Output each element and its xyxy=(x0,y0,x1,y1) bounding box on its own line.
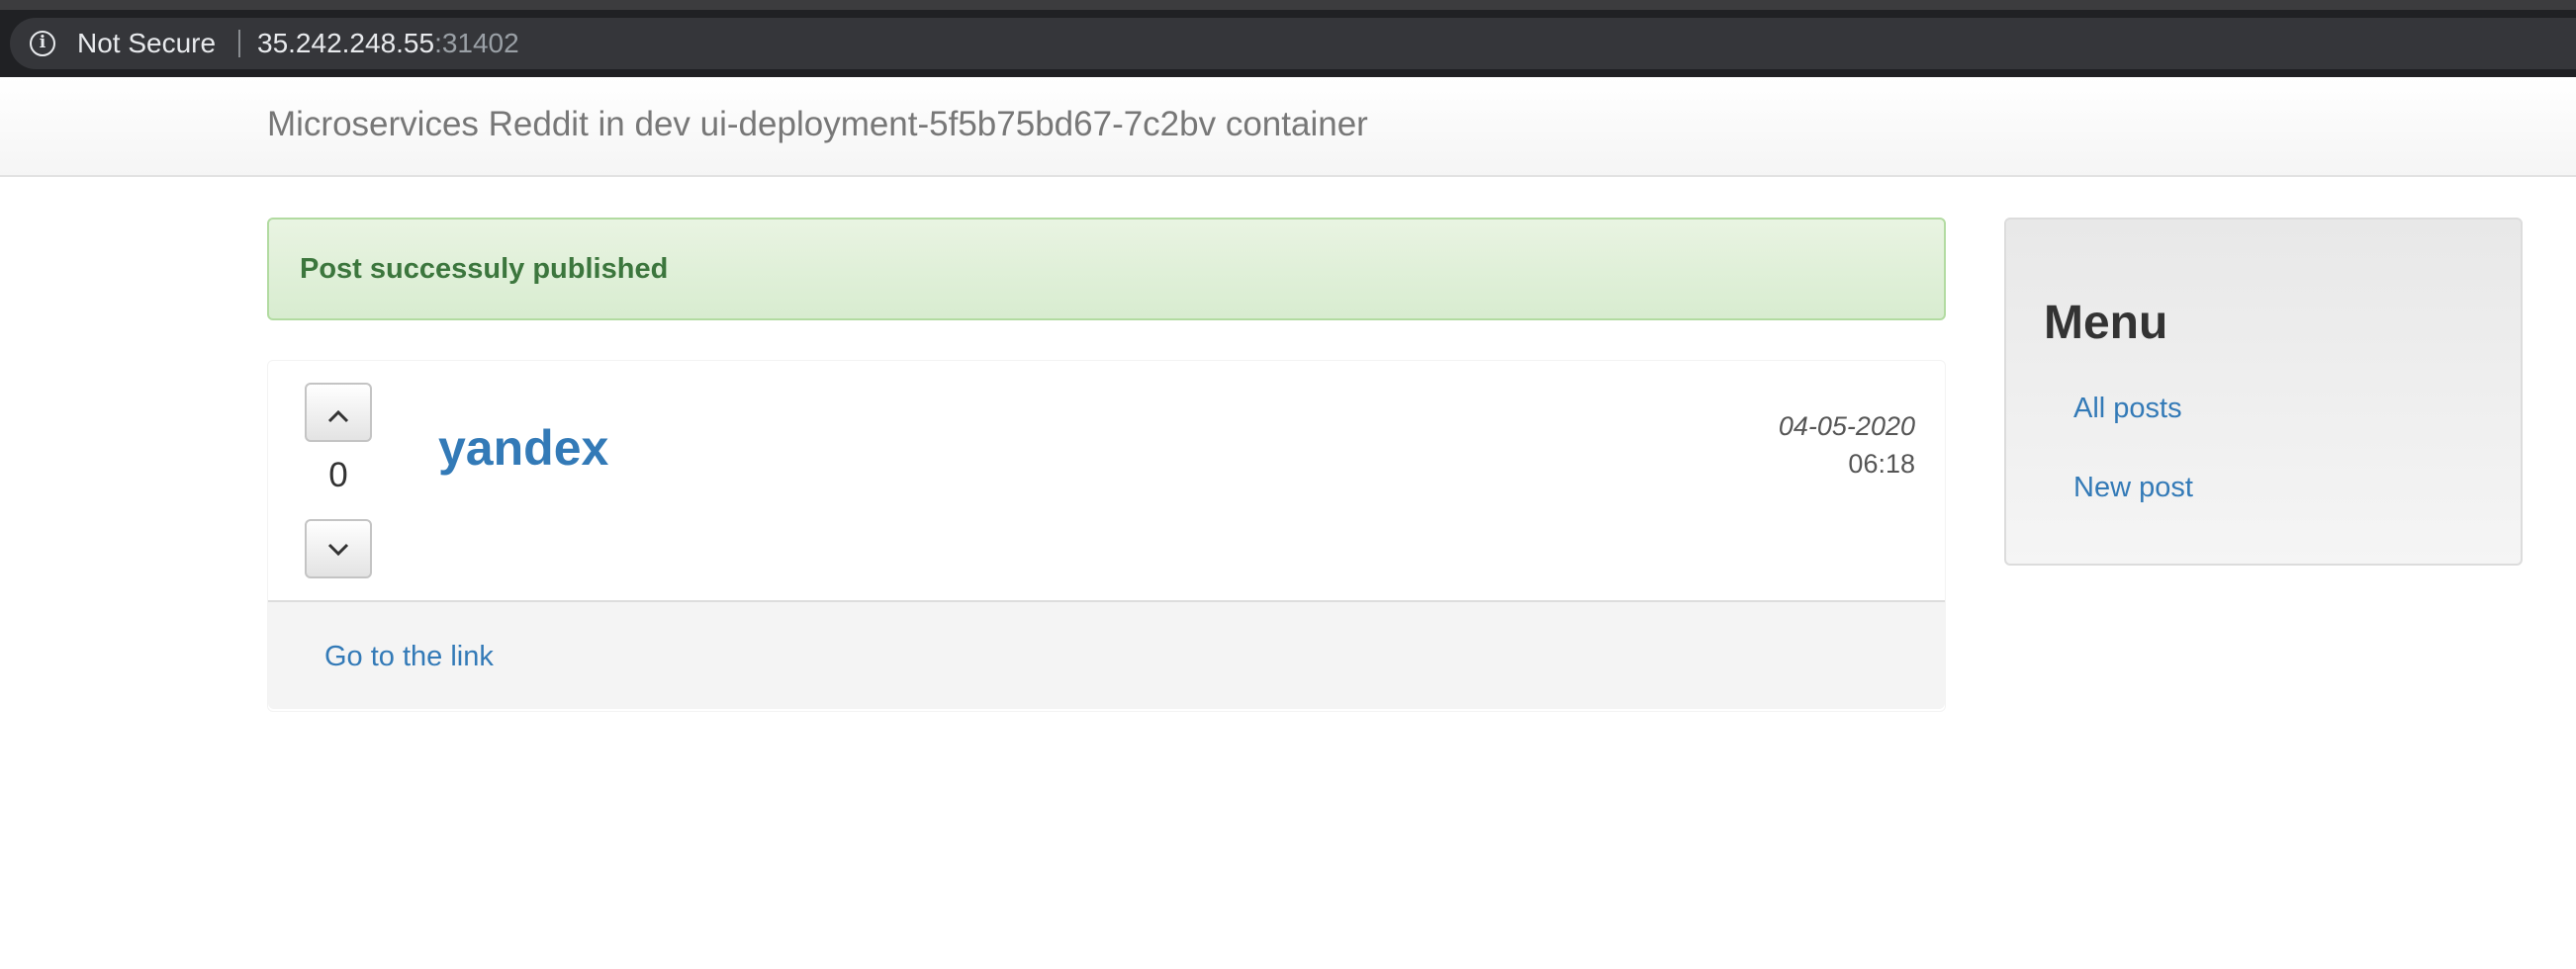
upvote-button[interactable] xyxy=(305,383,372,442)
post-title-link[interactable]: yandex xyxy=(438,420,608,476)
success-alert: Post successuly published xyxy=(267,218,1946,320)
post-time: 06:18 xyxy=(1848,449,1915,479)
info-icon[interactable]: i xyxy=(30,31,55,56)
vote-count: 0 xyxy=(328,456,348,494)
url-text[interactable]: 35.242.248.55:31402 xyxy=(257,28,519,59)
navbar: Microservices Reddit in dev ui-deploymen… xyxy=(0,77,2576,177)
post-panel: 0 yandex 04-05-2020 06:18 Go to the link xyxy=(267,360,1946,712)
alert-message: Post successuly published xyxy=(300,253,669,285)
url-port: :31402 xyxy=(434,28,519,58)
url-bar[interactable]: i Not Secure 35.242.248.55:31402 xyxy=(10,18,2576,69)
url-host: 35.242.248.55 xyxy=(257,28,435,58)
menu-heading: Menu xyxy=(2044,297,2168,349)
post-footer: Go to the link xyxy=(268,600,1945,709)
browser-address-bar: i Not Secure 35.242.248.55:31402 xyxy=(0,0,2576,77)
go-to-link[interactable]: Go to the link xyxy=(324,640,494,673)
chevron-up-icon xyxy=(327,409,349,423)
security-status-label[interactable]: Not Secure xyxy=(77,28,216,59)
downvote-button[interactable] xyxy=(305,519,372,578)
navbar-brand[interactable]: Microservices Reddit in dev ui-deploymen… xyxy=(267,105,1368,144)
url-divider xyxy=(238,30,240,57)
menu-item-all-posts[interactable]: All posts xyxy=(2073,392,2182,425)
menu-item-new-post[interactable]: New post xyxy=(2073,471,2193,504)
chevron-down-icon xyxy=(327,543,349,557)
sidebar-menu: Menu All posts New post xyxy=(2004,218,2523,566)
post-date: 04-05-2020 xyxy=(1778,411,1915,441)
